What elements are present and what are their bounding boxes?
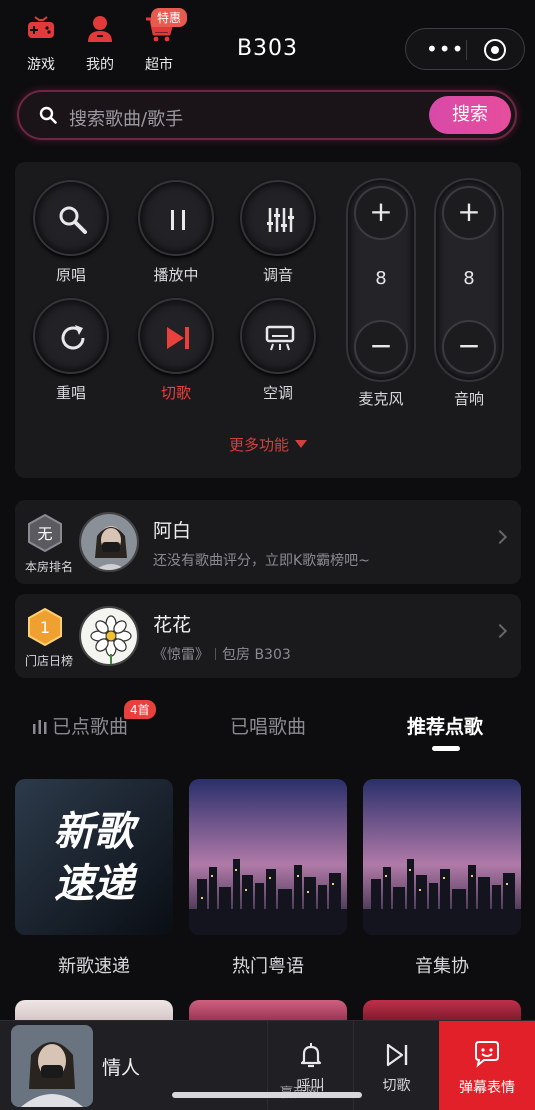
replay-label: 重唱 bbox=[55, 384, 86, 402]
rank-caption: 门店日榜 bbox=[24, 654, 73, 668]
air-conditioner-label: 空调 bbox=[262, 384, 293, 402]
user-icon bbox=[88, 16, 112, 42]
mic-minus-button[interactable]: − bbox=[354, 320, 408, 374]
city-night-image bbox=[189, 779, 347, 935]
room-name: 包房 B303 bbox=[222, 647, 291, 663]
city-night-image bbox=[363, 779, 521, 935]
emoji-bubble-icon bbox=[475, 1041, 499, 1068]
mic-volume-control: + 8 − bbox=[346, 178, 416, 382]
search-button[interactable]: 搜索 bbox=[429, 96, 511, 134]
rank-badge-text: 1 bbox=[40, 618, 50, 637]
tab-ordered-songs[interactable]: 已点歌曲 bbox=[32, 712, 128, 739]
danmu-label: 弹幕表情 bbox=[459, 1080, 515, 1096]
air-conditioner-button[interactable]: 空调 bbox=[236, 298, 320, 403]
tab-ordered-label: 已点歌曲 bbox=[52, 716, 129, 738]
tuning-button[interactable]: 调音 bbox=[236, 180, 320, 285]
target-icon[interactable] bbox=[484, 39, 506, 61]
profile-button[interactable]: 我的 bbox=[78, 14, 122, 74]
tab-recommended[interactable]: 推荐点歌 bbox=[407, 712, 483, 739]
replay-icon bbox=[61, 325, 85, 350]
pause-icon bbox=[171, 210, 185, 230]
user-name: 阿白 bbox=[153, 520, 192, 542]
rank-badge-text: 无 bbox=[37, 525, 52, 543]
tab-sung-songs[interactable]: 已唱歌曲 bbox=[230, 712, 306, 739]
more-dots-icon[interactable]: ••• bbox=[426, 39, 464, 59]
playlist-tile-cantonese[interactable] bbox=[189, 779, 347, 935]
tile-label: 新歌速递 bbox=[58, 956, 130, 977]
gamepad-icon bbox=[28, 16, 54, 38]
album-art[interactable] bbox=[11, 1025, 93, 1107]
mic-plus-button[interactable]: + bbox=[354, 186, 408, 240]
store-rank-card[interactable]: 1 门店日榜 花花 《惊雷》 包房 B303 bbox=[15, 594, 521, 678]
rank-badge-icon: 1 bbox=[28, 608, 62, 646]
chevron-right-icon bbox=[492, 623, 508, 639]
equalizer-icon bbox=[267, 208, 294, 232]
mic-label: 麦克风 bbox=[358, 390, 404, 408]
capsule-divider bbox=[466, 40, 467, 60]
speaker-label: 音响 bbox=[453, 390, 484, 408]
control-panel: 原唱 播放中 调音 重唱 切歌 空调 + 8 − 麦克风 + 8 − 音响 更多… bbox=[15, 162, 521, 478]
search-mic-icon bbox=[59, 206, 87, 234]
market-label: 超市 bbox=[145, 57, 173, 73]
more-functions-label: 更多功能 bbox=[228, 436, 289, 454]
rank-hint: 还没有歌曲评分，立即K歌霸榜吧~ bbox=[153, 553, 370, 569]
rank-badge-icon: 无 bbox=[28, 514, 62, 552]
game-button[interactable]: 游戏 bbox=[19, 14, 63, 74]
tuning-label: 调音 bbox=[262, 266, 293, 284]
song-title: 《惊雷》 bbox=[153, 647, 209, 663]
pause-label: 播放中 bbox=[153, 266, 199, 284]
skip-song-button[interactable]: 切歌 bbox=[134, 298, 218, 403]
avatar bbox=[79, 606, 139, 666]
top-bar: 游戏 我的 超市 特惠 B303 ••• bbox=[0, 0, 535, 88]
speaker-plus-button[interactable]: + bbox=[442, 186, 496, 240]
caret-down-icon bbox=[295, 440, 307, 448]
search-input[interactable]: 搜索歌曲/歌手 bbox=[69, 105, 183, 131]
speaker-volume-value: 8 bbox=[463, 268, 475, 289]
original-vocal-button[interactable]: 原唱 bbox=[29, 180, 113, 285]
speaker-minus-button[interactable]: − bbox=[442, 320, 496, 374]
playlist-tile-new-songs[interactable]: 新歌 速递 bbox=[15, 779, 173, 935]
replay-button[interactable]: 重唱 bbox=[29, 298, 113, 403]
air-conditioner-icon bbox=[265, 325, 295, 351]
mic-volume-value: 8 bbox=[375, 268, 387, 289]
more-functions-button[interactable]: 更多功能 bbox=[15, 434, 521, 455]
original-vocal-label: 原唱 bbox=[55, 266, 86, 284]
playlist-tile-music-assoc[interactable] bbox=[363, 779, 521, 935]
cover-text-bottom: 速递 bbox=[54, 861, 138, 907]
danmu-emoji-button[interactable]: 弹幕表情 bbox=[439, 1021, 535, 1110]
search-icon bbox=[39, 106, 57, 124]
chevron-right-icon bbox=[492, 529, 508, 545]
bell-icon bbox=[300, 1043, 321, 1068]
tile-label: 音集协 bbox=[415, 956, 469, 977]
avatar bbox=[79, 512, 139, 572]
profile-label: 我的 bbox=[86, 57, 114, 73]
home-indicator bbox=[172, 1092, 362, 1098]
search-bar[interactable]: 搜索歌曲/歌手 搜索 bbox=[17, 90, 517, 140]
player-skip-button[interactable]: 切歌 bbox=[353, 1021, 439, 1110]
active-tab-indicator bbox=[432, 746, 460, 751]
rank-detail: 《惊雷》 包房 B303 bbox=[153, 644, 291, 664]
bars-icon bbox=[33, 720, 47, 734]
mini-program-capsule: ••• bbox=[405, 28, 525, 70]
rank-caption: 本房排名 bbox=[24, 560, 73, 574]
next-track-icon bbox=[167, 327, 189, 349]
game-label: 游戏 bbox=[27, 57, 55, 73]
divider bbox=[215, 648, 216, 660]
market-button[interactable]: 超市 特惠 bbox=[137, 8, 188, 74]
skip-song-label: 切歌 bbox=[160, 384, 191, 402]
ordered-count-badge: 4首 bbox=[124, 700, 156, 719]
now-playing-title: 情人 bbox=[102, 1057, 141, 1079]
promo-badge: 特惠 bbox=[151, 8, 188, 27]
next-track-icon bbox=[386, 1043, 407, 1067]
skip-label: 切歌 bbox=[382, 1078, 411, 1094]
room-rank-card[interactable]: 无 本房排名 阿白 还没有歌曲评分，立即K歌霸榜吧~ bbox=[15, 500, 521, 584]
cover-text-top: 新歌 bbox=[54, 809, 140, 855]
pause-button[interactable]: 播放中 bbox=[134, 180, 218, 285]
tile-label: 热门粤语 bbox=[232, 956, 304, 977]
user-name: 花花 bbox=[153, 614, 192, 636]
speaker-volume-control: + 8 − bbox=[434, 178, 504, 382]
